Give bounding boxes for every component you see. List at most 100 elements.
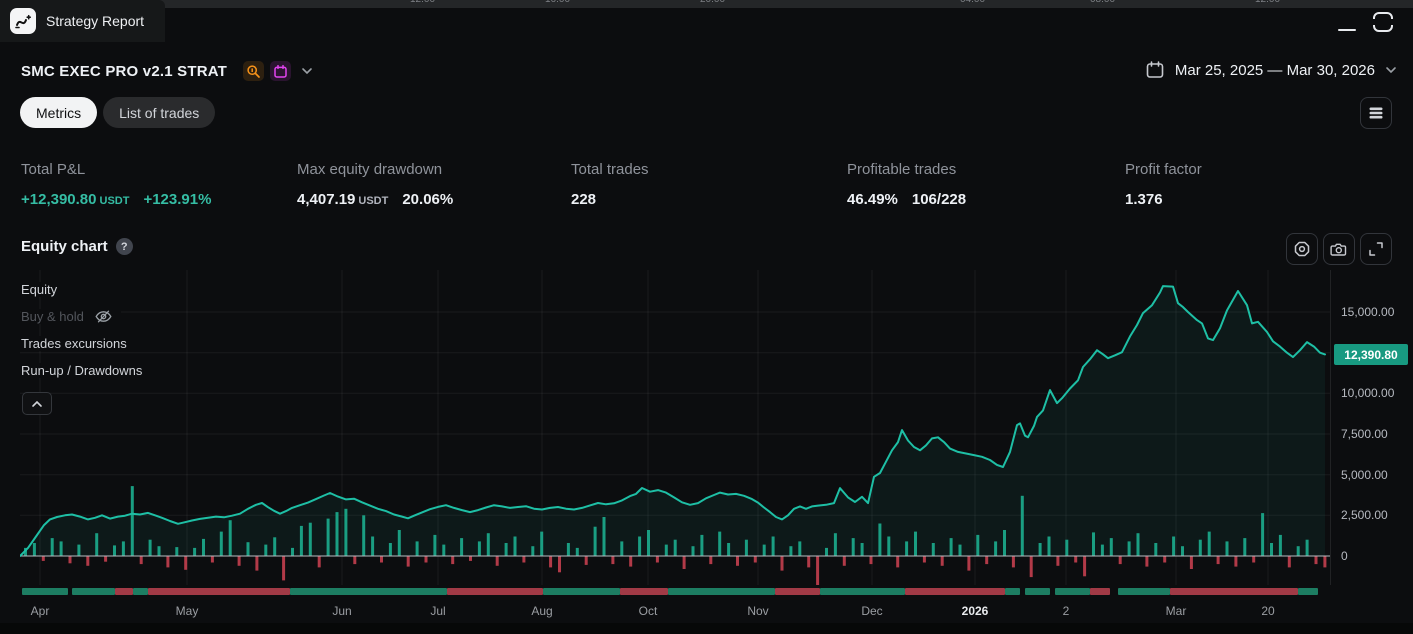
legend-collapse-button[interactable] [22, 392, 52, 415]
clipped-time-label: 20:00 [700, 0, 725, 5]
calendar-badge-icon[interactable] [270, 61, 291, 81]
time-axis-label: Aug [531, 604, 552, 618]
time-axis-label: Dec [861, 604, 882, 618]
tab-metrics[interactable]: Metrics [20, 97, 97, 128]
metric-label: Total trades [571, 161, 649, 178]
chart-snapshot-button[interactable] [1323, 233, 1355, 265]
metric-value: 228 [571, 191, 596, 208]
time-axis-label: Mar [1166, 604, 1187, 618]
time-axis-label: Jul [430, 604, 445, 618]
time-axis-label: Nov [747, 604, 768, 618]
legend-runup-drawdowns[interactable]: Run-up / Drawdowns [21, 363, 150, 378]
runup-segment [1118, 588, 1170, 595]
maximize-icon[interactable] [1371, 10, 1395, 34]
runup-segment [22, 588, 68, 595]
drawdown-segment [447, 588, 543, 595]
strategy-dropdown-chevron-icon[interactable] [301, 67, 313, 75]
metric-label: Profit factor [1125, 161, 1202, 178]
date-range-picker[interactable]: Mar 25, 2025 — Mar 30, 2026 [1145, 60, 1397, 80]
clipped-time-label: 12:00 [1255, 0, 1280, 5]
metric-profit-factor: Profit factor 1.376 [1125, 161, 1202, 208]
price-axis-label: 10,000.00 [1341, 386, 1394, 400]
runup-segment [133, 588, 148, 595]
metric-value: 4,407.19 [297, 191, 355, 208]
metric-value: 1.376 [1125, 191, 1163, 208]
current-equity-badge: 12,390.80 [1334, 344, 1408, 365]
deep-backtest-icon[interactable] [243, 61, 264, 81]
window-controls [1337, 10, 1395, 34]
legend-label: Run-up / Drawdowns [21, 363, 142, 378]
strategy-name: SMC EXEC PRO v2.1 STRAT [21, 63, 227, 80]
chevron-up-icon [31, 400, 43, 408]
runup-segment [543, 588, 620, 595]
metric-profitable-trades: Profitable trades 46.49%106/228 [847, 161, 966, 208]
runup-segment [820, 588, 905, 595]
layout-list-button[interactable] [1360, 97, 1392, 129]
runup-segment [72, 588, 115, 595]
metric-label: Max equity drawdown [297, 161, 453, 178]
runup-segment [1298, 588, 1318, 595]
time-axis-label: Apr [31, 604, 50, 618]
bottom-band [0, 623, 1413, 634]
legend-label: Trades excursions [21, 336, 127, 351]
legend-equity[interactable]: Equity [21, 282, 65, 297]
clipped-time-label: 16:00 [545, 0, 570, 5]
metric-label: Profitable trades [847, 161, 966, 178]
strategy-report-window: 12:00 16:00 20:00 04:00 08:00 12:00 Strategy … [0, 0, 1413, 634]
camera-icon [1330, 240, 1348, 258]
metric-max-drawdown: Max equity drawdown 4,407.19USDT20.06% [297, 161, 453, 208]
clipped-time-label: 04:00 [960, 0, 985, 5]
tab-list-of-trades[interactable]: List of trades [103, 97, 215, 128]
background-chart-strip: 12:00 16:00 20:00 04:00 08:00 12:00 [0, 0, 1413, 8]
legend-label: Buy & hold [21, 309, 84, 324]
chart-fullscreen-button[interactable] [1360, 233, 1392, 265]
equity-chart-title: Equity chart [21, 238, 108, 255]
time-axis-label: 2026 [962, 604, 989, 618]
equity-chart-plot[interactable] [20, 270, 1330, 585]
price-axis-label: 5,000.00 [1341, 468, 1388, 482]
time-axis-label: 2 [1063, 604, 1070, 618]
metric-value: +12,390.80 [21, 191, 97, 208]
runup-segment [668, 588, 775, 595]
tab-strategy-report[interactable]: Strategy Report [0, 0, 165, 42]
runup-segment [1025, 588, 1050, 595]
drawdown-segment [115, 588, 133, 595]
time-axis-label: Oct [639, 604, 658, 618]
rows-icon [1368, 105, 1384, 121]
legend-buy-and-hold[interactable]: Buy & hold [21, 309, 121, 324]
help-icon[interactable]: ? [116, 238, 133, 255]
price-axis-label: 15,000.00 [1341, 305, 1394, 319]
drawdown-segment [620, 588, 668, 595]
metric-value: 46.49% [847, 191, 898, 208]
date-dropdown-chevron-icon [1385, 66, 1397, 74]
drawdown-segment [1090, 588, 1110, 595]
time-axis-label: May [176, 604, 199, 618]
clipped-time-label: 12:00 [410, 0, 435, 5]
strategy-tester-icon [10, 8, 36, 34]
runup-segment [1055, 588, 1090, 595]
minimize-icon[interactable] [1337, 11, 1357, 33]
calendar-icon [1145, 60, 1165, 80]
date-range-text: Mar 25, 2025 — Mar 30, 2026 [1175, 62, 1375, 79]
eye-off-icon[interactable] [94, 309, 113, 324]
price-axis-label: 7,500.00 [1341, 427, 1388, 441]
drawdown-segment [905, 588, 1005, 595]
legend-label: Equity [21, 282, 57, 297]
price-axis-label: 2,500.00 [1341, 508, 1388, 522]
clipped-time-label: 08:00 [1090, 0, 1115, 5]
metric-label: Total P&L [21, 161, 211, 178]
legend-trades-excursions[interactable]: Trades excursions [21, 336, 135, 351]
tab-title: Strategy Report [46, 13, 144, 29]
time-axis[interactable]: Apr May Jun Jul Aug Oct Nov Dec 2026 2 Mar 20 [0, 604, 1413, 620]
runup-drawdown-strip [0, 588, 1413, 595]
metric-total-trades: Total trades 228 [571, 161, 649, 208]
time-axis-label: Jun [332, 604, 351, 618]
gear-icon [1293, 240, 1311, 258]
drawdown-segment [775, 588, 820, 595]
runup-segment [290, 588, 447, 595]
chart-settings-button[interactable] [1286, 233, 1318, 265]
time-axis-label: 20 [1261, 604, 1274, 618]
runup-segment [1005, 588, 1020, 595]
fullscreen-icon [1367, 240, 1385, 258]
price-axis[interactable]: 15,000.00 10,000.00 7,500.00 5,000.00 2,500.… [1330, 270, 1413, 585]
